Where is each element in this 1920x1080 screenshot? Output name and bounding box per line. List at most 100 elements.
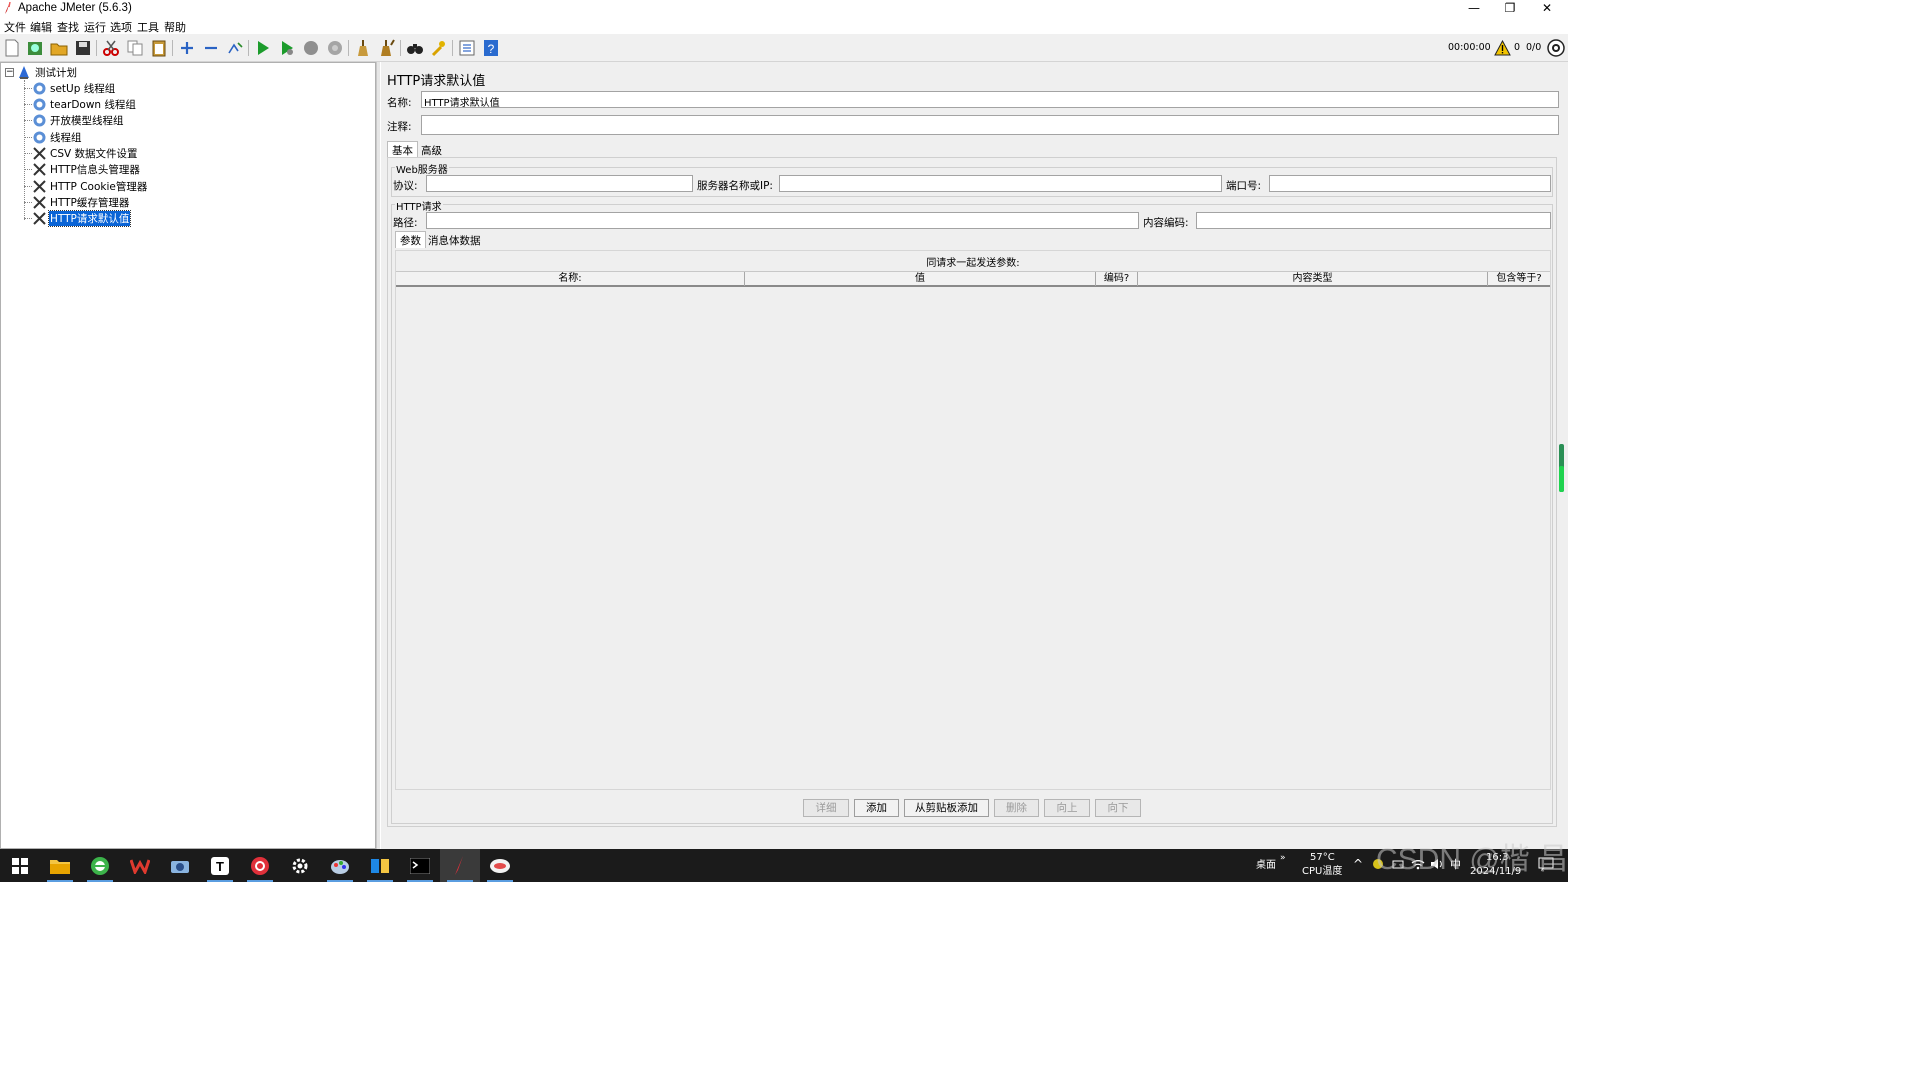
- name-field[interactable]: HTTP请求默认值: [421, 91, 1559, 108]
- tab-body-data[interactable]: 消息体数据: [424, 232, 485, 249]
- stop-icon[interactable]: [302, 39, 320, 57]
- netease-music-icon[interactable]: [240, 849, 280, 882]
- menu-help[interactable]: 帮助: [164, 19, 186, 35]
- wps-icon[interactable]: [120, 849, 160, 882]
- save-icon[interactable]: [74, 39, 92, 57]
- browser-icon[interactable]: [80, 849, 120, 882]
- tree-label: 测试计划: [35, 66, 77, 79]
- file-explorer-icon[interactable]: [40, 849, 80, 882]
- help-icon[interactable]: ?: [482, 39, 500, 57]
- close-button[interactable]: ✕: [1528, 0, 1566, 18]
- splitter[interactable]: [376, 62, 380, 849]
- camera-icon[interactable]: [160, 849, 200, 882]
- menu-options[interactable]: 选项: [110, 19, 132, 35]
- encoding-field[interactable]: [1196, 212, 1551, 229]
- desktop-label[interactable]: 桌面: [1256, 860, 1276, 872]
- column-encode[interactable]: 编码?: [1096, 272, 1138, 286]
- paste-icon[interactable]: [150, 39, 168, 57]
- elapsed-timer: 00:00:00: [1448, 42, 1491, 53]
- jmeter-icon[interactable]: [440, 849, 480, 882]
- clear-all-icon[interactable]: [378, 39, 396, 57]
- tree-item-thread-group[interactable]: 线程组: [32, 129, 83, 145]
- menu-file[interactable]: 文件: [4, 19, 26, 35]
- copy-icon[interactable]: [126, 39, 144, 57]
- templates-icon[interactable]: [26, 39, 44, 57]
- tree-item-setup-thread-group[interactable]: setUp 线程组: [32, 80, 116, 96]
- search-icon[interactable]: [406, 39, 424, 57]
- typora-icon[interactable]: T: [200, 849, 240, 882]
- config-element-icon: [32, 162, 47, 177]
- menu-edit[interactable]: 编辑: [30, 19, 52, 35]
- path-label: 路径:: [393, 217, 418, 229]
- tree-item-csv-data-set[interactable]: CSV 数据文件设置: [32, 145, 139, 161]
- add-button[interactable]: 添加: [854, 799, 899, 817]
- tray-expand-icon[interactable]: ^: [1353, 858, 1363, 870]
- tree-label: tearDown 线程组: [50, 98, 136, 111]
- parameters-caption: 同请求一起发送参数:: [926, 258, 1020, 269]
- collapse-toggle[interactable]: −: [5, 68, 14, 77]
- path-field[interactable]: [426, 212, 1139, 229]
- port-field[interactable]: [1269, 175, 1551, 192]
- toggle-icon[interactable]: [226, 39, 244, 57]
- comment-field[interactable]: [421, 115, 1559, 135]
- tree-label: CSV 数据文件设置: [50, 147, 138, 160]
- cut-icon[interactable]: [102, 39, 120, 57]
- column-content-type[interactable]: 内容类型: [1138, 272, 1488, 286]
- minimize-button[interactable]: —: [1455, 0, 1493, 18]
- new-icon[interactable]: [3, 39, 21, 57]
- column-name[interactable]: 名称:: [396, 272, 745, 286]
- start-icon[interactable]: [254, 39, 272, 57]
- windows-start-icon[interactable]: [0, 849, 40, 882]
- shutdown-icon[interactable]: [326, 39, 344, 57]
- tab-basic[interactable]: 基本: [387, 141, 418, 158]
- thread-group-icon: [32, 113, 47, 128]
- protocol-field[interactable]: [426, 175, 693, 192]
- tree-item-cache-manager[interactable]: HTTP缓存管理器: [32, 194, 130, 210]
- expand-icon[interactable]: [178, 39, 196, 57]
- delete-button[interactable]: 删除: [994, 799, 1039, 817]
- reset-search-icon[interactable]: [430, 39, 448, 57]
- thread-group-icon: [32, 130, 47, 145]
- tab-parameters[interactable]: 参数: [395, 231, 426, 248]
- paint-icon[interactable]: [320, 849, 360, 882]
- window-title: Apache JMeter (5.6.3): [18, 2, 132, 14]
- detail-button[interactable]: 详细: [803, 799, 849, 817]
- tree-item-header-manager[interactable]: HTTP信息头管理器: [32, 161, 141, 177]
- folder-icon[interactable]: [360, 849, 400, 882]
- menu-tools[interactable]: 工具: [137, 19, 159, 35]
- tree-label: HTTP请求默认值: [47, 209, 132, 227]
- column-include-equals[interactable]: 包含等于?: [1488, 272, 1550, 286]
- server-field[interactable]: [779, 175, 1222, 192]
- add-from-clipboard-button[interactable]: 从剪贴板添加: [904, 799, 989, 817]
- config-element-icon: [32, 179, 47, 194]
- clear-icon[interactable]: [354, 39, 372, 57]
- overflow-chevron-icon[interactable]: »: [1280, 852, 1286, 864]
- tree-label: HTTP Cookie管理器: [50, 180, 148, 193]
- function-helper-icon[interactable]: [458, 39, 476, 57]
- remote-status-icon[interactable]: [1547, 39, 1565, 57]
- tree-item-cookie-manager[interactable]: HTTP Cookie管理器: [32, 178, 148, 194]
- jmeter-logo-icon: [5, 2, 11, 14]
- watermark: CSDN @楷 昌: [1376, 843, 1569, 876]
- move-up-button[interactable]: 向上: [1044, 799, 1090, 817]
- parameters-table: 同请求一起发送参数: 名称: 值 编码? 内容类型 包含等于?: [395, 250, 1551, 790]
- collapse-icon[interactable]: [202, 39, 220, 57]
- menu-search[interactable]: 查找: [57, 19, 79, 35]
- start-no-pause-icon[interactable]: [278, 39, 296, 57]
- move-down-button[interactable]: 向下: [1095, 799, 1141, 817]
- svg-text:?: ?: [488, 42, 495, 56]
- restore-button[interactable]: ❐: [1491, 0, 1529, 18]
- tree-item-open-model-thread-group[interactable]: 开放模型线程组: [32, 112, 125, 128]
- column-value[interactable]: 值: [745, 272, 1096, 286]
- menu-run[interactable]: 运行: [84, 19, 106, 35]
- tree-root-test-plan[interactable]: 测试计划: [17, 64, 78, 80]
- scroll-indicator[interactable]: [1559, 444, 1564, 492]
- open-icon[interactable]: [50, 39, 68, 57]
- terminal-icon[interactable]: [400, 849, 440, 882]
- chat-icon[interactable]: [480, 849, 520, 882]
- tree-item-teardown-thread-group[interactable]: tearDown 线程组: [32, 96, 137, 112]
- tree-item-http-request-defaults[interactable]: HTTP请求默认值: [32, 209, 132, 227]
- warning-icon[interactable]: [1494, 40, 1511, 56]
- server-label: 服务器名称或IP:: [697, 180, 773, 192]
- settings-icon[interactable]: [280, 849, 320, 882]
